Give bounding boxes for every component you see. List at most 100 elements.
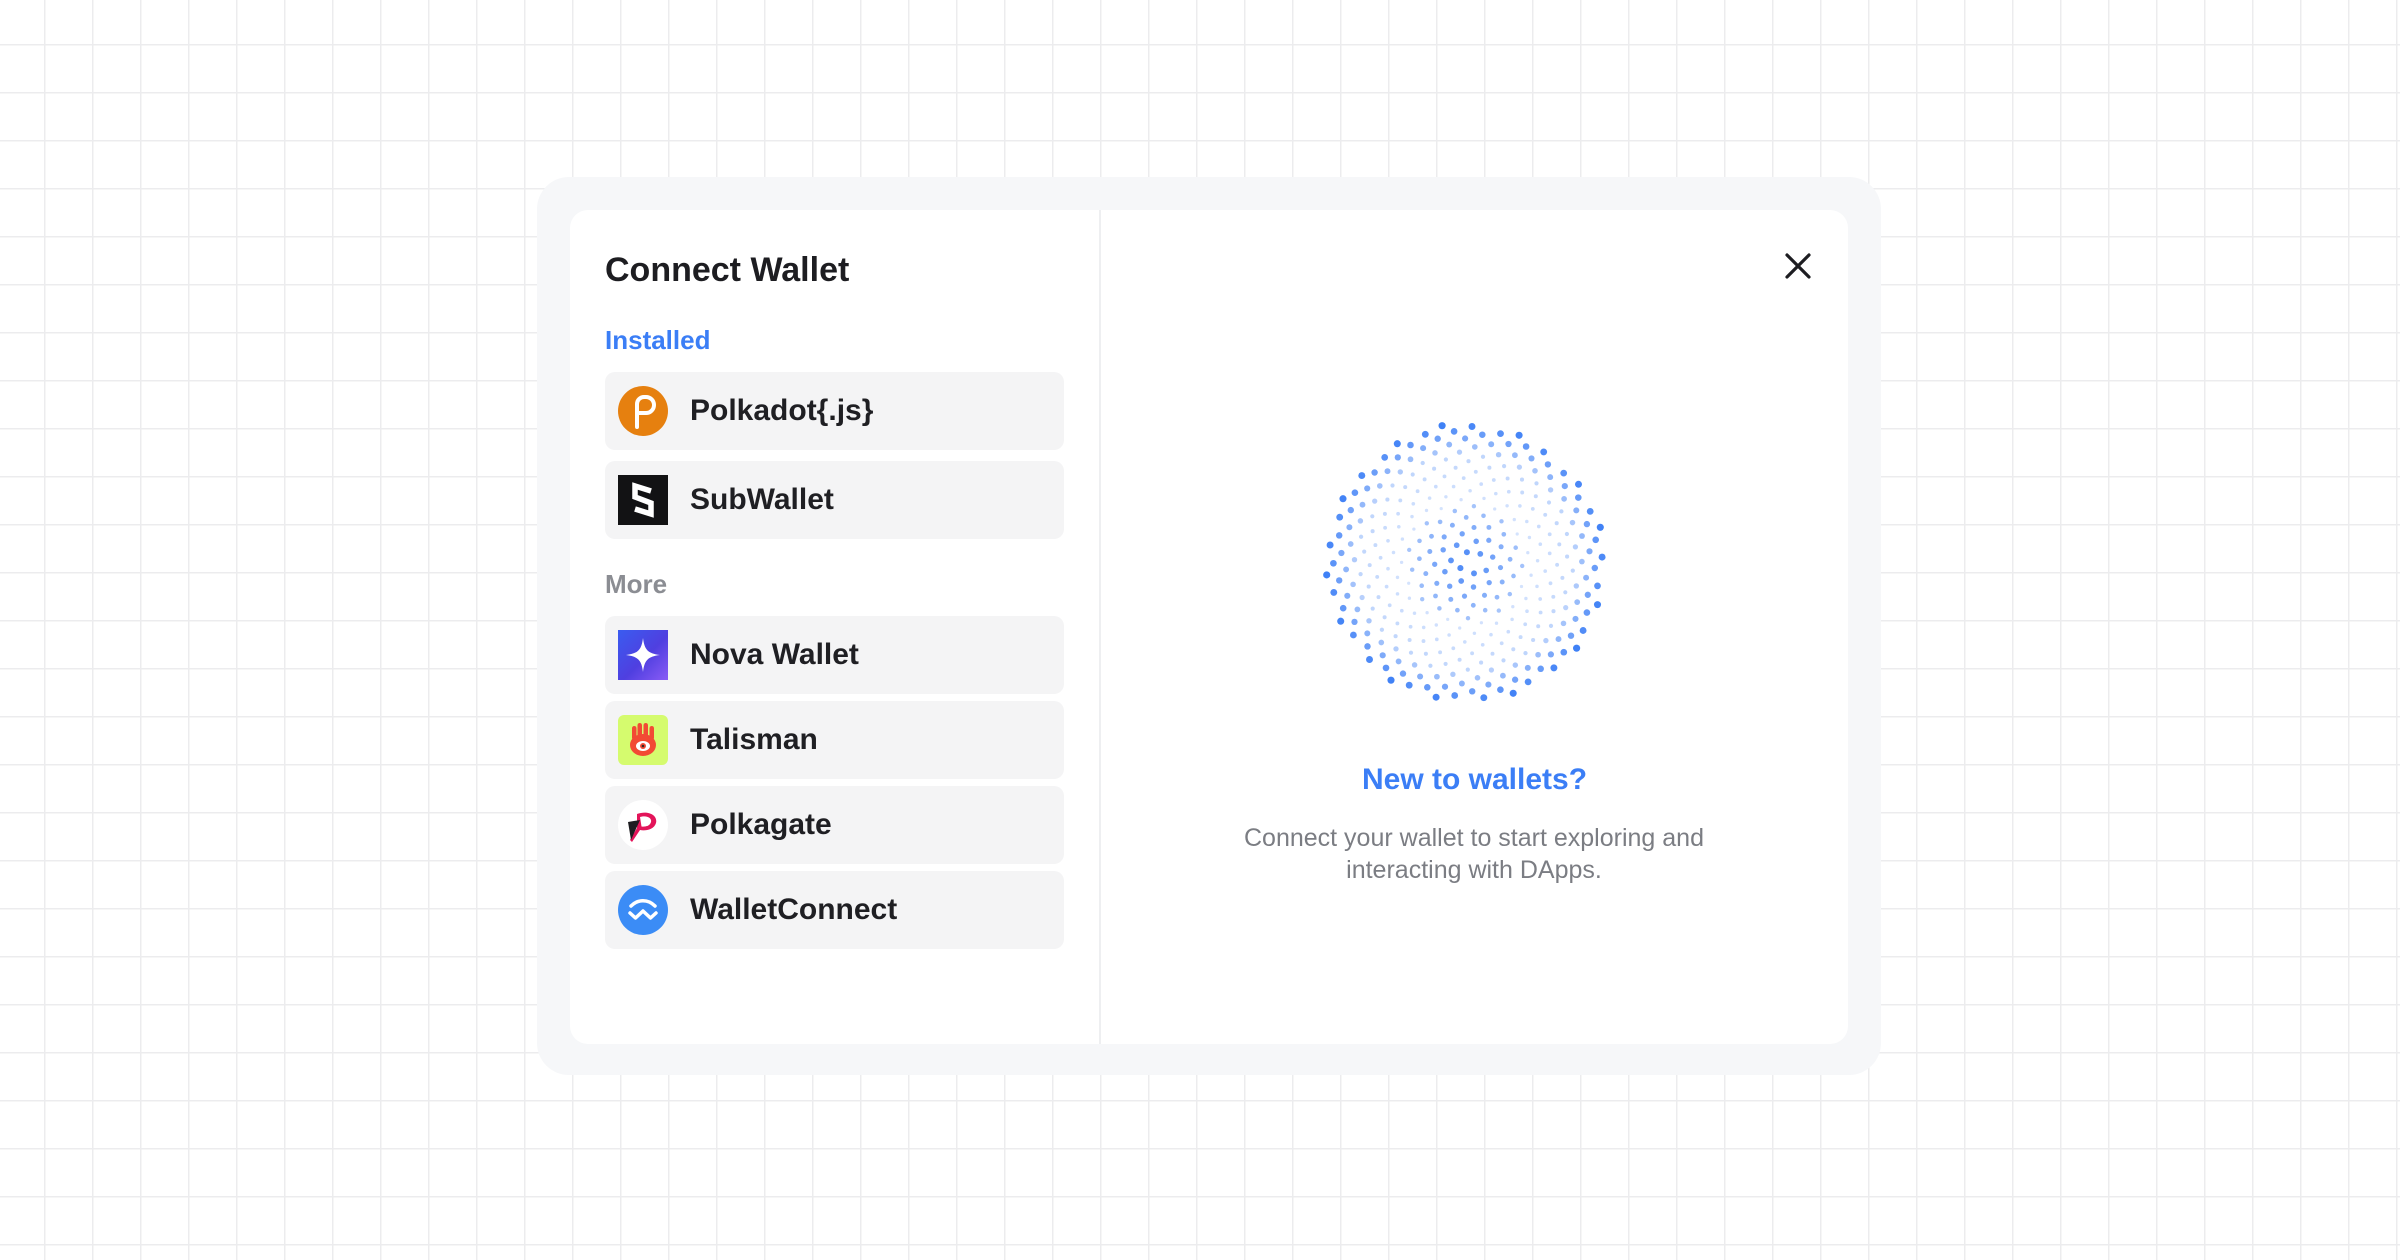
wallet-name: SubWallet — [690, 483, 834, 516]
illustration-dot — [1446, 441, 1453, 448]
illustration-dot — [1500, 672, 1506, 679]
nova-wallet-icon — [618, 630, 668, 680]
illustration-dot — [1520, 563, 1525, 569]
illustration-dot — [1544, 461, 1552, 468]
illustration-dot — [1470, 602, 1476, 608]
illustration-dot — [1465, 615, 1471, 621]
illustration-dot — [1463, 515, 1469, 520]
polkadot-js-icon — [618, 386, 668, 436]
illustration-dot — [1522, 443, 1530, 450]
illustration-dot — [1547, 551, 1552, 556]
illustration-dot — [1494, 621, 1499, 625]
illustration-dot — [1573, 507, 1580, 514]
illustration-dot — [1543, 569, 1548, 573]
illustration-dot — [1538, 597, 1543, 601]
illustration-dot — [1448, 596, 1454, 602]
illustration-dot — [1583, 609, 1591, 616]
wallet-name: Polkadot{.js} — [690, 394, 874, 427]
illustration-dot — [1567, 632, 1575, 639]
illustration-dot — [1459, 531, 1465, 537]
illustration-dot — [1450, 428, 1458, 435]
illustration-dot — [1561, 496, 1567, 502]
illustration-dot — [1458, 680, 1465, 687]
subwallet-icon — [618, 475, 668, 525]
illustration-dot — [1515, 532, 1519, 536]
illustration-dot — [1470, 651, 1475, 656]
illustration-dot — [1434, 637, 1439, 642]
illustration-dot — [1452, 508, 1458, 514]
illustration-dot — [1528, 455, 1535, 462]
illustration-dot — [1535, 584, 1539, 589]
illustration-dot — [1579, 627, 1587, 634]
illustration-dot — [1550, 664, 1558, 672]
illustration-dot — [1573, 583, 1580, 589]
illustration-dot — [1412, 527, 1416, 531]
wallet-name: Polkagate — [690, 808, 832, 841]
illustration-dot — [1561, 482, 1568, 490]
illustration-dot — [1488, 441, 1495, 448]
illustration-dot — [1384, 468, 1391, 475]
illustration-dot — [1455, 607, 1460, 613]
illustration-dot — [1335, 532, 1343, 539]
illustration-dot — [1563, 605, 1569, 611]
illustration-dot — [1563, 590, 1568, 595]
illustration-dot — [1434, 673, 1440, 680]
illustration-dot — [1407, 547, 1412, 553]
illustration-dot — [1403, 485, 1408, 490]
illustration-dot — [1554, 521, 1559, 526]
illustration-dot — [1511, 676, 1519, 683]
illustration-dot — [1427, 548, 1433, 555]
illustration-dot — [1497, 430, 1504, 437]
illustration-dot — [1399, 560, 1404, 565]
wallet-option-polkagate[interactable]: Polkagate — [605, 786, 1064, 864]
illustration-dot — [1487, 465, 1492, 470]
illustration-dot — [1343, 566, 1350, 573]
illustration-dot — [1398, 498, 1403, 503]
illustration-dot — [1496, 608, 1501, 613]
illustration-dot — [1596, 523, 1604, 531]
illustration-dot — [1524, 678, 1532, 686]
illustration-dot — [1412, 611, 1417, 616]
illustration-dot — [1575, 480, 1582, 488]
wallet-name: WalletConnect — [690, 893, 898, 926]
illustration-dot — [1482, 496, 1486, 501]
illustration-dot — [1423, 651, 1428, 656]
illustration-dot — [1560, 648, 1568, 656]
illustration-dot — [1421, 639, 1426, 644]
illustration-dot — [1330, 588, 1338, 596]
illustration-dot — [1519, 584, 1524, 589]
illustration-dot — [1477, 551, 1484, 557]
illustration-dot — [1450, 671, 1456, 677]
wallet-option-walletconnect[interactable]: WalletConnect — [605, 871, 1064, 949]
illustration-dot — [1394, 454, 1401, 461]
wallet-option-polkadot-js[interactable]: Polkadot{.js} — [605, 372, 1064, 450]
illustration-dot — [1586, 507, 1594, 515]
illustration-dot — [1535, 558, 1540, 563]
wallet-name: Nova Wallet — [690, 638, 859, 671]
wallet-option-talisman[interactable]: Talisman — [605, 701, 1064, 779]
illustration-dot — [1457, 565, 1464, 572]
illustration-dot — [1347, 541, 1354, 547]
illustration-dot — [1572, 615, 1579, 622]
illustration-dot — [1442, 474, 1447, 479]
illustration-dot — [1432, 450, 1438, 456]
illustration-dot — [1555, 636, 1562, 643]
illustration-dot — [1594, 582, 1601, 590]
illustration-dot — [1387, 603, 1392, 608]
illustration-dot — [1540, 448, 1548, 456]
illustration-dot — [1347, 506, 1354, 514]
illustration-dot — [1565, 554, 1570, 559]
wallet-option-nova-wallet[interactable]: Nova Wallet — [605, 616, 1064, 694]
wallet-name: Talisman — [690, 723, 818, 756]
installed-section-label: Installed — [605, 325, 711, 355]
illustration-dot — [1370, 514, 1375, 519]
wallet-option-subwallet[interactable]: SubWallet — [605, 461, 1064, 539]
illustration-dot — [1498, 544, 1504, 550]
illustration-dot — [1350, 581, 1356, 588]
illustration-dot — [1573, 644, 1581, 652]
illustration-dot — [1456, 449, 1463, 455]
illustration-dot — [1495, 451, 1502, 458]
illustration-dot — [1470, 584, 1477, 590]
illustration-dot — [1488, 667, 1495, 673]
illustration-dot — [1425, 611, 1429, 615]
